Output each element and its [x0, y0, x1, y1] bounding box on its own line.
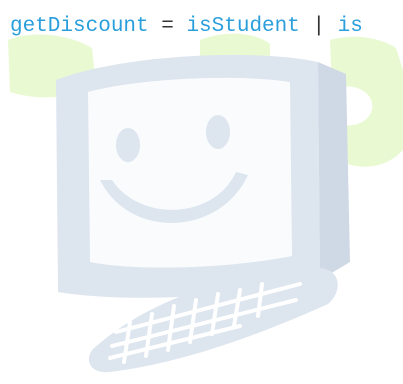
code-token: | [299, 15, 338, 38]
code-token: = [148, 15, 187, 38]
code-token: isStudent [186, 15, 300, 38]
code-token: getDiscount [10, 15, 149, 38]
left-eye [116, 128, 140, 162]
monitor-screen [88, 77, 292, 268]
code-line: getDiscount = isStudent | is [10, 15, 363, 39]
code-token: is [337, 15, 363, 38]
monitor-side [318, 62, 350, 280]
smiling-computer-illustration [8, 33, 403, 373]
right-eye [206, 115, 230, 149]
